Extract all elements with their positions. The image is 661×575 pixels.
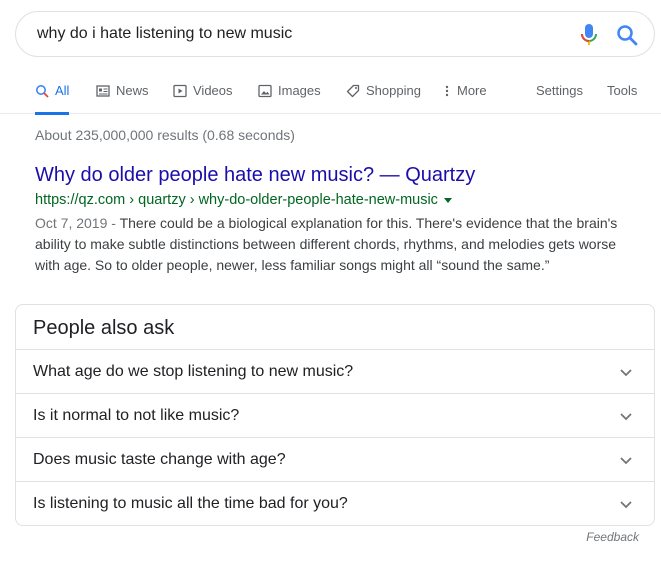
tab-label: Tools — [607, 83, 638, 98]
chevron-down-icon — [620, 501, 632, 509]
tab-videos[interactable]: Videos — [173, 80, 233, 114]
image-icon — [258, 84, 272, 98]
result-title-link[interactable]: Why do older people hate new music? — Qu… — [35, 164, 475, 187]
paa-question: Is it normal to not like music? — [33, 407, 240, 424]
result-snippet-text: There could be a biological explanation … — [35, 215, 618, 273]
paa-question-row[interactable]: Does music taste change with age? — [16, 437, 654, 481]
chevron-down-icon — [620, 457, 632, 465]
search-icon[interactable] — [615, 23, 639, 47]
feedback-link[interactable]: Feedback — [586, 530, 639, 544]
tab-label: All — [55, 83, 70, 98]
chevron-down-icon — [620, 369, 632, 377]
people-also-ask-box: People also ask What age do we stop list… — [15, 304, 655, 526]
tab-label: More — [457, 83, 487, 98]
tab-images[interactable]: Images — [258, 80, 321, 114]
paa-question: What age do we stop listening to new mus… — [33, 363, 354, 380]
tab-all[interactable]: All — [35, 80, 70, 115]
result-stats: About 235,000,000 results (0.68 seconds) — [35, 127, 295, 143]
chevron-down-icon — [620, 413, 632, 421]
news-icon — [96, 85, 110, 97]
tab-label: Shopping — [366, 83, 421, 98]
tab-more[interactable]: More — [443, 80, 487, 114]
search-tabs: All News Videos Images Shopping More Set… — [0, 80, 661, 115]
tab-label: Images — [278, 83, 321, 98]
result-snippet: Oct 7, 2019 - There could be a biologica… — [35, 213, 631, 276]
tab-news[interactable]: News — [96, 80, 149, 114]
search-input[interactable]: why do i hate listening to new music — [37, 25, 292, 43]
result-date: Oct 7, 2019 - — [35, 215, 120, 231]
search-icon — [36, 85, 49, 98]
tab-label: News — [116, 83, 149, 98]
paa-question-row[interactable]: Is it normal to not like music? — [16, 393, 654, 437]
search-box[interactable]: why do i hate listening to new music — [15, 11, 655, 57]
people-also-ask-title: People also ask — [33, 317, 175, 339]
tab-settings[interactable]: Settings — [536, 80, 583, 114]
paa-question-row[interactable]: What age do we stop listening to new mus… — [16, 349, 654, 393]
tab-label: Videos — [193, 83, 233, 98]
tab-tools[interactable]: Tools — [607, 80, 637, 114]
paa-question: Is listening to music all the time bad f… — [33, 495, 348, 512]
more-vert-icon — [445, 85, 449, 97]
result-url: https://qz.com › quartzy › why-do-older-… — [35, 192, 452, 208]
tab-shopping[interactable]: Shopping — [346, 80, 421, 114]
video-icon — [173, 84, 187, 98]
result-url-text[interactable]: https://qz.com › quartzy › why-do-older-… — [35, 192, 438, 208]
tab-label: Settings — [536, 83, 583, 98]
active-tab-indicator — [35, 112, 70, 115]
paa-question-row[interactable]: Is listening to music all the time bad f… — [16, 481, 654, 525]
tag-icon — [346, 84, 360, 98]
microphone-icon[interactable] — [579, 22, 599, 48]
paa-question: Does music taste change with age? — [33, 451, 286, 468]
caret-down-icon[interactable] — [443, 197, 452, 203]
